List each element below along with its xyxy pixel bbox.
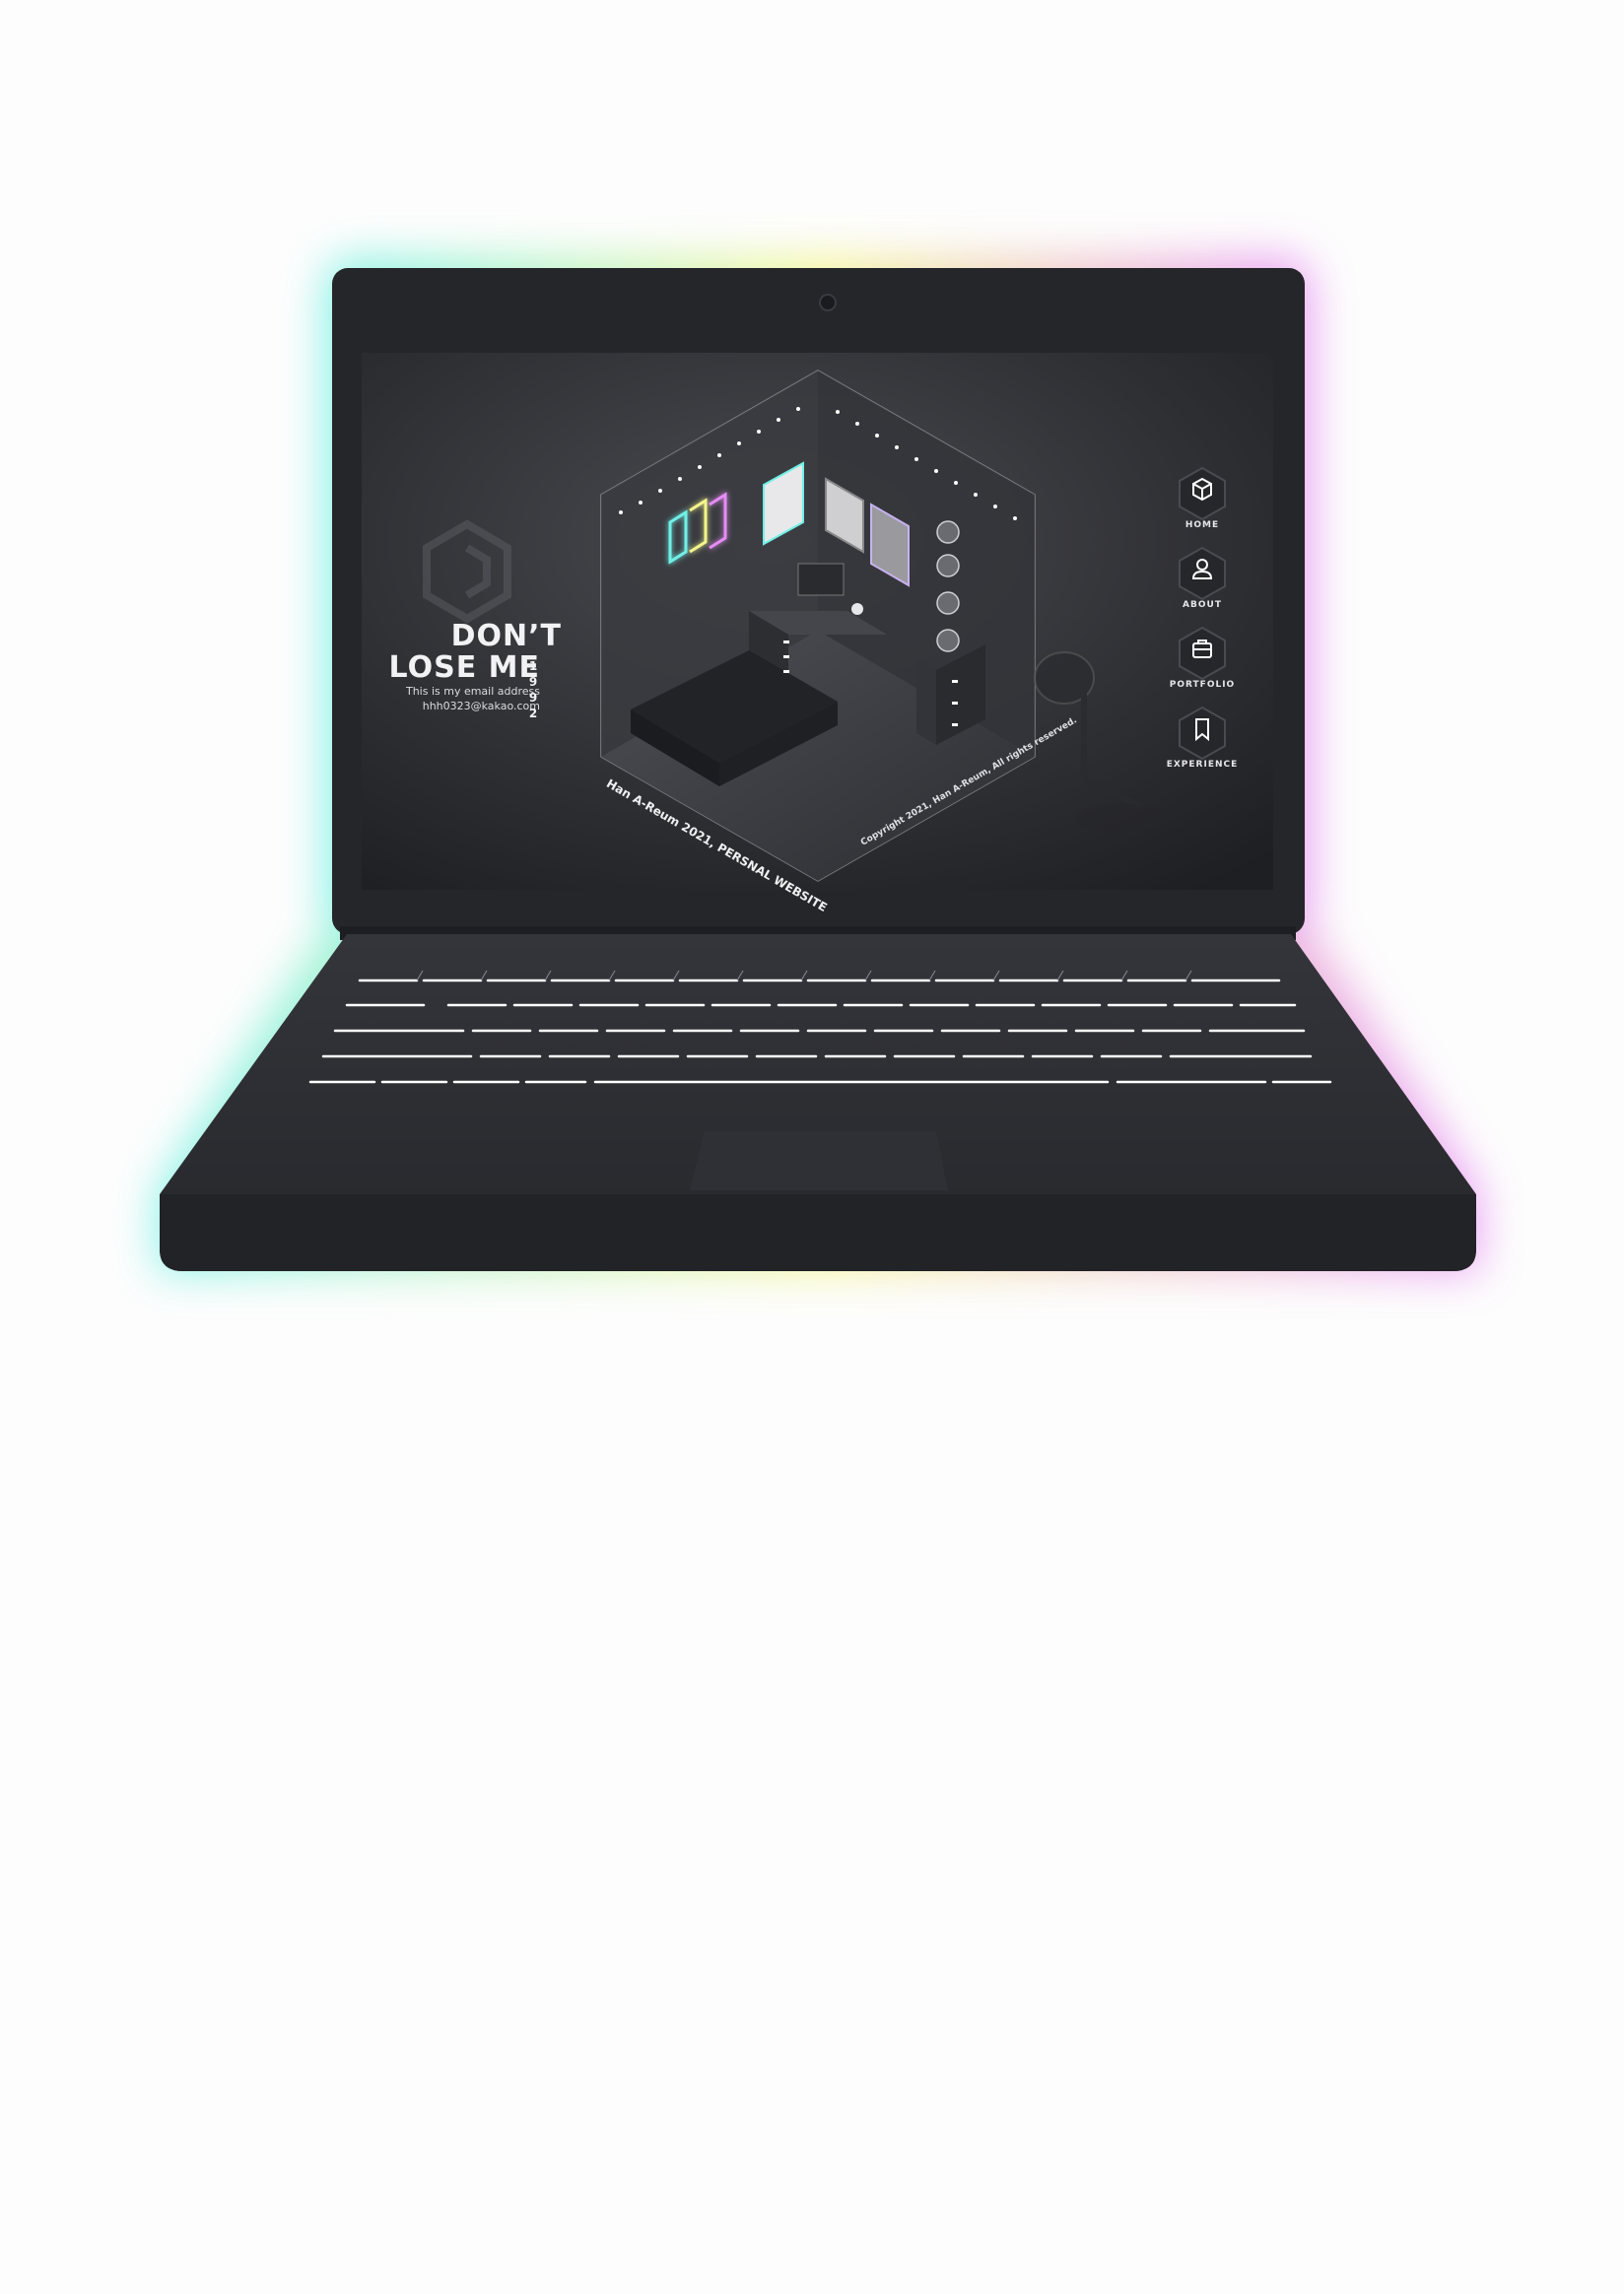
side-nav: HOME ABOUT PORTFOLIO EXPERIENCE: [1163, 465, 1242, 784]
year-digit: 1: [528, 659, 538, 673]
nav-portfolio[interactable]: PORTFOLIO: [1163, 625, 1242, 704]
nav-portfolio-label: PORTFOLIO: [1169, 680, 1236, 690]
bookmark-icon: [1195, 718, 1209, 742]
year-digit: 9: [528, 691, 538, 705]
cube-icon: [1192, 477, 1212, 502]
nav-home-label: HOME: [1184, 520, 1220, 530]
laptop-mockup: DON’T LOSE ME This is my email address h…: [0, 0, 1624, 2294]
nav-about-label: ABOUT: [1183, 600, 1222, 610]
nav-about[interactable]: ABOUT: [1163, 545, 1242, 624]
webcam: [819, 294, 837, 311]
trackpad: [690, 1131, 948, 1190]
laptop-illustration: [158, 258, 1478, 1271]
year-digit: 2: [528, 707, 538, 720]
year-digit: 9: [528, 675, 538, 689]
brand-title-line1: DON’T: [450, 619, 562, 653]
briefcase-icon: [1192, 640, 1212, 658]
nav-experience[interactable]: EXPERIENCE: [1163, 705, 1242, 783]
user-icon: [1191, 559, 1213, 579]
nav-home[interactable]: HOME: [1163, 465, 1242, 544]
nav-experience-label: EXPERIENCE: [1166, 760, 1239, 770]
year-vertical: 1 9 9 2: [526, 658, 540, 721]
